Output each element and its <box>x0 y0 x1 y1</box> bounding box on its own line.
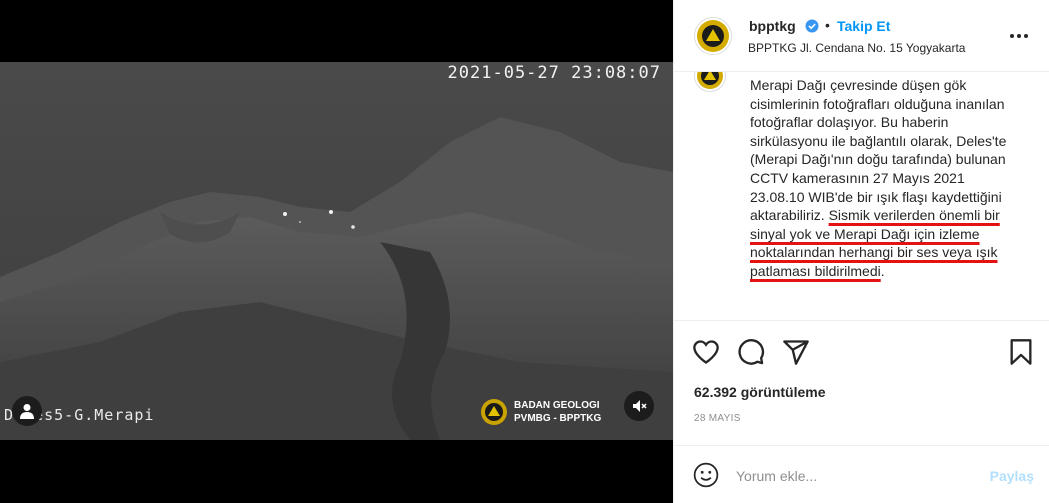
tagged-users-button[interactable] <box>12 396 42 426</box>
more-options-icon[interactable] <box>1009 26 1029 46</box>
mute-button[interactable] <box>624 391 654 421</box>
emoji-icon[interactable] <box>693 462 719 488</box>
post-caption: Merapi Dağı çevresinde düşen gök cisimle… <box>750 76 1020 281</box>
paper-plane-icon[interactable] <box>782 338 810 366</box>
badan-geologi-logo-icon <box>481 399 507 425</box>
caption-text: Merapi Dağı çevresinde düşen gök cisimle… <box>750 77 1007 224</box>
speaker-muted-icon <box>633 400 647 412</box>
volcano-night-scene <box>0 62 673 440</box>
caption-avatar[interactable] <box>694 72 726 92</box>
caption-area: Merapi Dağı çevresinde düşen gök cisimle… <box>674 72 1049 320</box>
bpptkg-logo-icon <box>697 72 723 89</box>
post-side-panel: bpptkg • Takip Et BPPTKG Jl. Cendana No.… <box>673 0 1049 503</box>
caption-end: . <box>880 262 885 279</box>
brand-line-1: BADAN GEOLOGI <box>514 400 600 411</box>
person-icon <box>20 404 34 419</box>
separator-dot: • <box>825 17 830 33</box>
verified-badge-icon <box>805 19 819 33</box>
username-link[interactable]: bpptkg <box>749 18 796 34</box>
bpptkg-logo-icon <box>697 20 729 52</box>
location-link[interactable]: BPPTKG Jl. Cendana No. 15 Yogyakarta <box>748 41 965 55</box>
comment-icon[interactable] <box>737 338 765 366</box>
follow-button[interactable]: Takip Et <box>837 18 890 34</box>
post-header: bpptkg • Takip Et BPPTKG Jl. Cendana No.… <box>674 0 1049 72</box>
brand-line-2: PVMBG - BPPTKG <box>514 413 602 424</box>
view-count[interactable]: 62.392 görüntüleme <box>694 384 826 400</box>
badan-geologi-watermark: BADAN GEOLOGI PVMBG - BPPTKG <box>480 398 601 426</box>
cctv-timestamp: 2021-05-27 23:08:07 <box>447 63 661 83</box>
post-actions <box>674 320 1049 380</box>
comment-input[interactable] <box>736 464 976 488</box>
post-date[interactable]: 28 MAYIS <box>694 413 741 424</box>
bookmark-icon[interactable] <box>1007 338 1035 366</box>
cctv-video-frame[interactable]: 2021-05-27 23:08:07 Deles5-G.Merapi BADA… <box>0 62 673 440</box>
profile-avatar[interactable] <box>694 17 732 55</box>
heart-icon[interactable] <box>692 338 720 366</box>
comment-form: Paylaş <box>674 445 1049 503</box>
post-media[interactable]: 2021-05-27 23:08:07 Deles5-G.Merapi BADA… <box>0 0 673 503</box>
post-comment-button[interactable]: Paylaş <box>990 468 1034 484</box>
